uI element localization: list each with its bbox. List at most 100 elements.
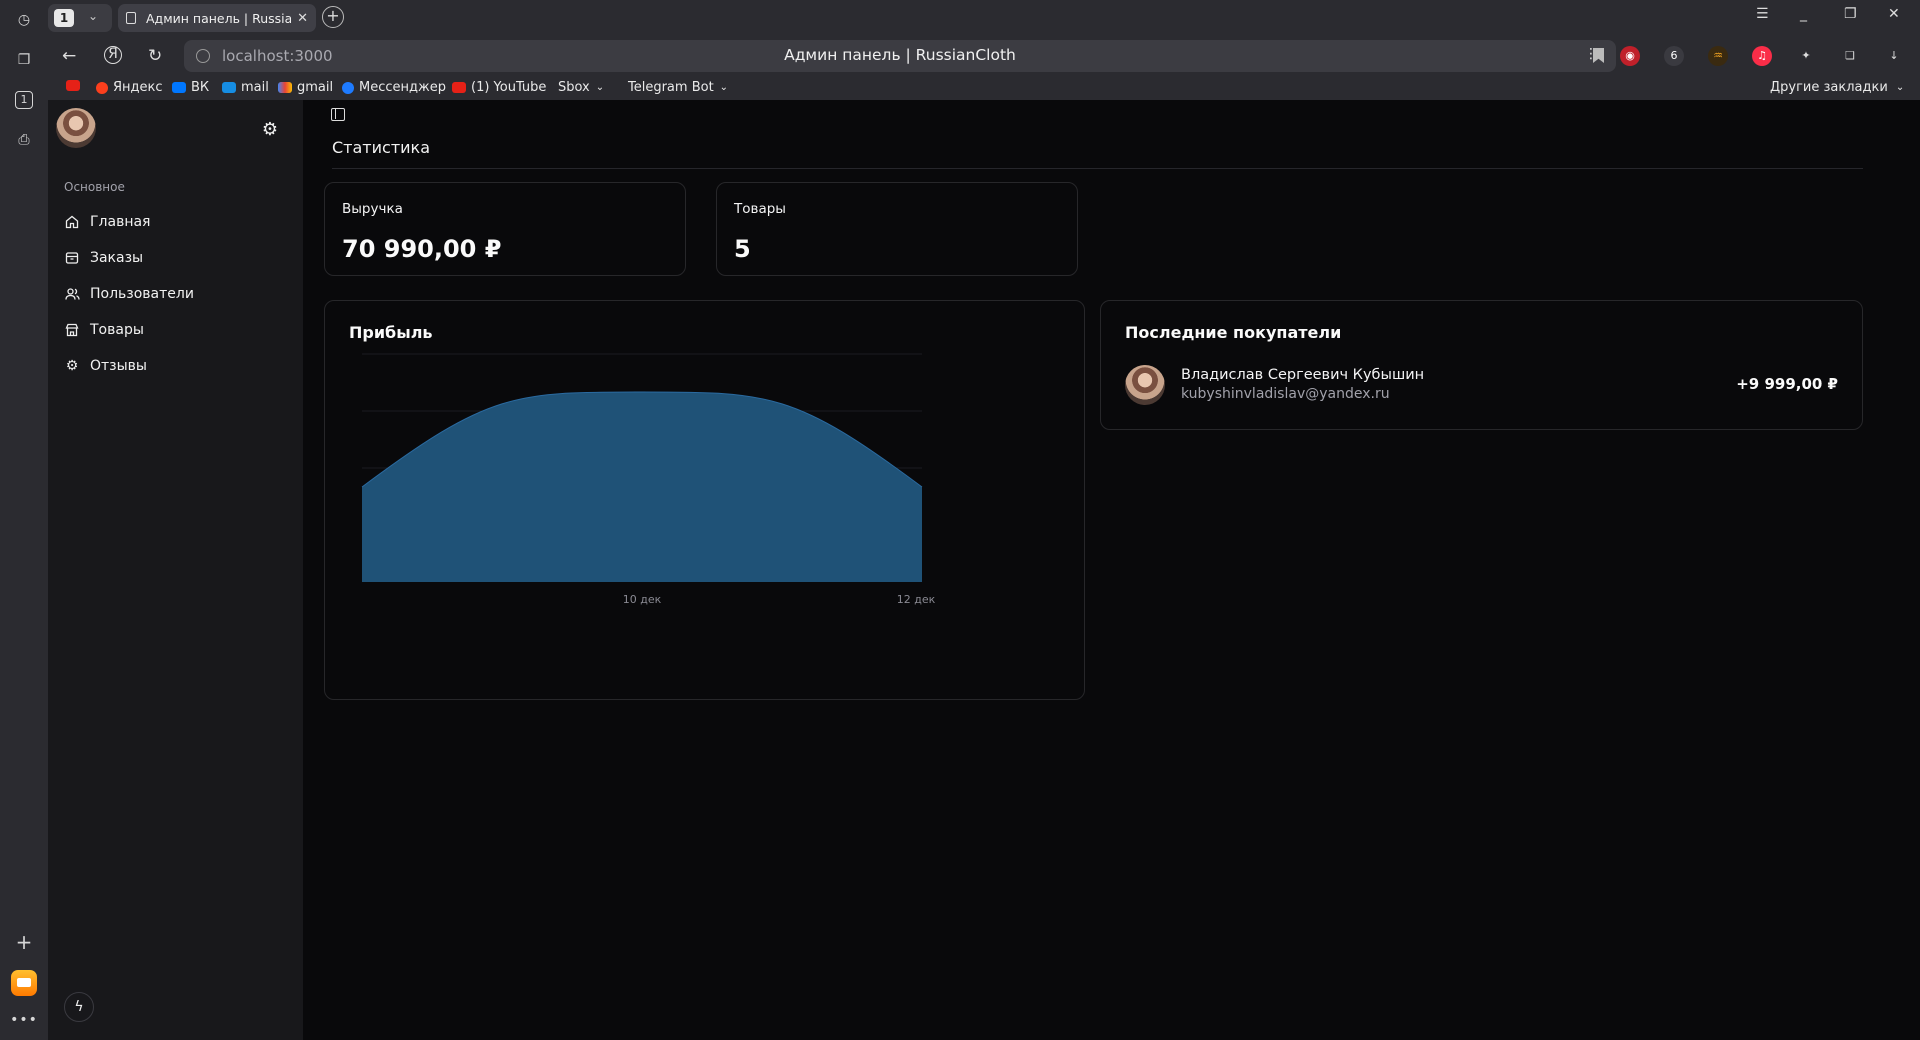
- sidebar-item-home[interactable]: Главная: [56, 204, 296, 240]
- settings-gear-icon[interactable]: ⚙: [260, 120, 280, 140]
- new-tab-button[interactable]: +: [322, 6, 344, 28]
- chevron-down-icon: ⌄: [88, 9, 99, 23]
- sidebar-menu: Главная Заказы Пользователи Товары ⚙ Отз…: [56, 204, 296, 384]
- bookmark-folder-telegram[interactable]: Telegram Bot ⌄: [628, 80, 728, 95]
- extension-icon[interactable]: ◉: [1620, 46, 1640, 66]
- sidebar-item-label: Заказы: [90, 250, 144, 266]
- menu-icon[interactable]: ☰: [1756, 6, 1769, 22]
- youtube-icon: [66, 80, 80, 91]
- collections-icon[interactable]: ❐: [12, 48, 36, 72]
- user-avatar[interactable]: [56, 108, 96, 148]
- url-field[interactable]: localhost:3000 Админ панель | RussianClo…: [184, 40, 1616, 72]
- screenshot-icon[interactable]: ⎙: [12, 128, 36, 152]
- store-icon: [64, 322, 80, 338]
- bookmark-folder-sbox[interactable]: Sbox ⌄: [558, 80, 604, 95]
- add-icon[interactable]: +: [12, 930, 36, 954]
- app-sidebar: ⚙ Основное Главная Заказы Пользователи Т…: [48, 100, 303, 1040]
- tab-count-badge: 1: [54, 9, 74, 27]
- puzzle-icon[interactable]: ✦: [1796, 46, 1816, 66]
- page-title: Статистика: [332, 138, 430, 157]
- revenue-label: Выручка: [342, 201, 403, 217]
- revenue-card: Выручка 70 990,00 ₽: [324, 182, 686, 276]
- extension-6-icon[interactable]: 6: [1664, 46, 1684, 66]
- browser-side-rail: ◷ ❐ 1 ⎙ + •••: [0, 0, 48, 1040]
- yandex-icon: [96, 81, 108, 94]
- buyer-info: Владислав Сергеевич Кубышин kubyshinvlad…: [1181, 367, 1424, 402]
- recent-buyers-card: Последние покупатели Владислав Сергеевич…: [1100, 300, 1863, 430]
- close-tab-icon[interactable]: ✕: [297, 11, 308, 26]
- mail-app-icon[interactable]: [11, 970, 37, 996]
- sidebar-toggle-icon[interactable]: [331, 108, 345, 121]
- main-content: Статистика Выручка 70 990,00 ₽ Товары 5 …: [303, 100, 1920, 1040]
- sidebar-item-orders[interactable]: Заказы: [56, 240, 296, 276]
- page-title-in-address: Админ панель | RussianCloth: [784, 46, 1016, 64]
- more-icon[interactable]: •••: [10, 1008, 37, 1032]
- home-icon: [64, 214, 80, 230]
- sidebar-item-label: Отзывы: [90, 358, 147, 374]
- bookmark-youtube-2[interactable]: (1) YouTube: [452, 80, 546, 95]
- tab-switcher[interactable]: 1 ⌄: [48, 4, 112, 32]
- reading-list-icon[interactable]: ❏: [1840, 46, 1860, 66]
- reload-icon[interactable]: ↻: [148, 46, 162, 66]
- restore-icon[interactable]: ❐: [1844, 6, 1857, 22]
- document-icon: [126, 12, 136, 24]
- divider: [332, 168, 1863, 169]
- buyer-avatar: [1125, 365, 1165, 405]
- profit-chart: 10 дек 12 дек: [361, 353, 936, 606]
- sidebar-item-label: Главная: [90, 214, 151, 230]
- gmail-icon: [278, 82, 292, 93]
- archive-icon: [64, 250, 80, 266]
- chevron-down-icon: ⌄: [1895, 82, 1905, 93]
- bookmark-mail[interactable]: mail: [222, 80, 269, 95]
- mail-icon: [222, 82, 236, 93]
- active-tab[interactable]: Админ панель | RussianCloth ✕: [118, 4, 316, 32]
- bookmark-vk[interactable]: ВК: [172, 80, 209, 95]
- vk-icon: [172, 82, 186, 93]
- bolt-button[interactable]: ϟ: [64, 992, 94, 1022]
- history-icon[interactable]: ◷: [12, 8, 36, 32]
- revenue-value: 70 990,00 ₽: [342, 235, 502, 263]
- audio-extension-icon[interactable]: ♒: [1708, 46, 1728, 66]
- sidebar-section-label: Основное: [64, 180, 125, 194]
- bookmark-youtube-1[interactable]: [66, 80, 85, 91]
- minimize-icon[interactable]: _: [1800, 6, 1807, 22]
- bookmark-messenger[interactable]: Мессенджер: [342, 80, 446, 95]
- bookmark-yandex[interactable]: Яндекс: [96, 80, 163, 95]
- sidebar-item-label: Товары: [90, 322, 144, 338]
- close-window-icon[interactable]: ✕: [1888, 6, 1900, 22]
- sidebar-item-users[interactable]: Пользователи: [56, 276, 296, 312]
- users-icon: [64, 286, 80, 302]
- profit-area: [362, 392, 922, 582]
- buyer-amount: +9 999,00 ₽: [1736, 375, 1838, 393]
- profit-card: Прибыль 10 дек 12 дек: [324, 300, 1085, 700]
- tabs-counter-icon[interactable]: 1: [12, 88, 36, 112]
- products-label: Товары: [734, 201, 786, 217]
- recent-buyers-title: Последние покупатели: [1125, 323, 1342, 342]
- x-tick-label: 10 дек: [623, 593, 662, 606]
- bookmarks-bar: Яндекс ВК mail gmail Мессенджер (1) YouT…: [48, 76, 1920, 100]
- sidebar-item-reviews[interactable]: ⚙ Отзывы: [56, 348, 296, 384]
- products-value: 5: [734, 235, 751, 263]
- products-card: Товары 5: [716, 182, 1078, 276]
- x-tick-label: 12 дек: [897, 593, 936, 606]
- bolt-icon: ϟ: [74, 999, 84, 1015]
- gear-icon: ⚙: [65, 358, 79, 374]
- music-icon[interactable]: ♫: [1752, 46, 1772, 66]
- back-icon[interactable]: ←: [62, 46, 76, 66]
- sidebar-item-label: Пользователи: [90, 286, 194, 302]
- address-bar: ← Я ↻ localhost:3000 Админ панель | Russ…: [48, 36, 1920, 76]
- download-icon[interactable]: ↓: [1884, 46, 1904, 66]
- yandex-logo-icon[interactable]: Я: [104, 46, 122, 64]
- sidebar-item-products[interactable]: Товары: [56, 312, 296, 348]
- messenger-icon: [342, 81, 354, 94]
- tab-bar: 1 ⌄ Админ панель | RussianCloth ✕ + ☰ _ …: [48, 0, 1920, 36]
- chevron-down-icon: ⌄: [719, 82, 729, 93]
- bookmark-gmail[interactable]: gmail: [278, 80, 333, 95]
- other-bookmarks[interactable]: Другие закладки ⌄: [1770, 80, 1904, 95]
- youtube-icon: [452, 82, 466, 93]
- tab-title: Админ панель | RussianCloth: [146, 10, 292, 26]
- buyer-name: Владислав Сергеевич Кубышин: [1181, 367, 1425, 383]
- chevron-down-icon: ⌄: [595, 82, 605, 93]
- more-vertical-icon[interactable]: ⋮: [1584, 46, 1598, 62]
- buyer-email: kubyshinvladislav@yandex.ru: [1181, 386, 1390, 402]
